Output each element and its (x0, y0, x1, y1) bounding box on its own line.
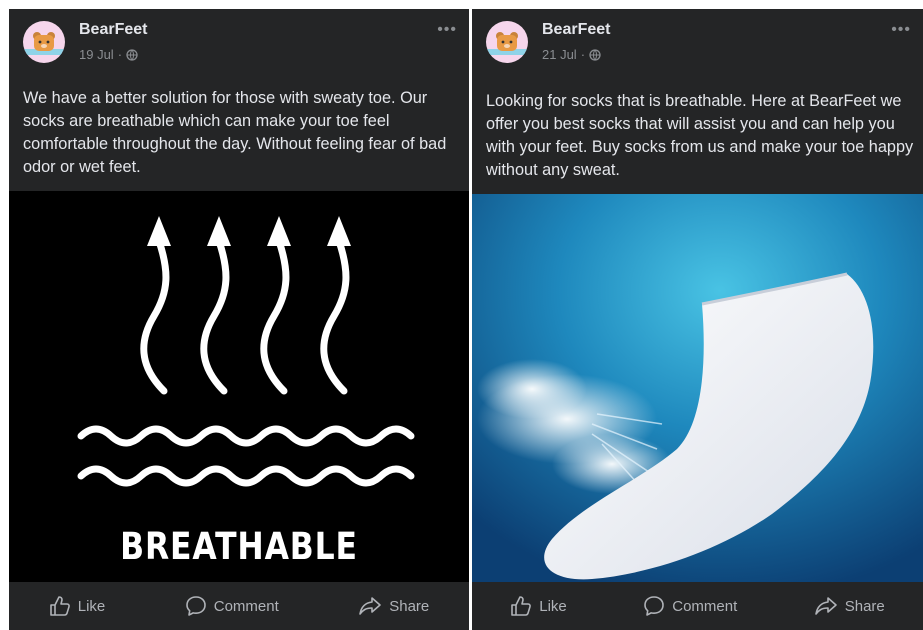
sock-photo (472, 194, 923, 582)
like-label: Like (77, 597, 106, 615)
share-button[interactable]: Share (814, 595, 885, 617)
airflow-arrow (200, 237, 230, 395)
share-label: Share (844, 597, 885, 615)
post-caption: Looking for socks that is breathable. He… (486, 92, 914, 179)
comment-button[interactable]: Comment (643, 595, 737, 617)
comment-bubble-icon (185, 596, 206, 616)
bear-logo-icon (23, 32, 65, 55)
more-dots-icon[interactable]: ••• (437, 21, 457, 39)
post-date[interactable]: 21 Jul (542, 47, 577, 62)
meta-separator: · (580, 47, 586, 62)
comment-label: Comment (213, 597, 279, 615)
arrow-head (147, 216, 171, 246)
like-label: Like (539, 597, 567, 615)
arrow-head (267, 216, 291, 246)
comment-button[interactable]: Comment (185, 595, 279, 617)
share-button[interactable]: Share (358, 595, 429, 617)
post-card: BearFeet 21 Jul · ••• Looking for socks … (472, 9, 923, 630)
post-caption: We have a better solution for those with… (23, 89, 447, 176)
arrow-head (327, 216, 351, 246)
comment-label: Comment (672, 597, 738, 615)
post-meta: 21 Jul · (542, 47, 601, 62)
breathable-illustration (77, 216, 415, 487)
post-card: BearFeet 19 Jul · ••• We have a better s… (9, 9, 469, 630)
wave-line (77, 425, 415, 447)
post-header: BearFeet 19 Jul · ••• (9, 9, 469, 79)
mist-cloud (477, 359, 587, 419)
avatar[interactable] (486, 21, 528, 63)
comment-bubble-icon (644, 596, 665, 616)
arrow-head (207, 216, 231, 246)
airflow-arrow (320, 237, 350, 395)
post-meta: 19 Jul · (79, 47, 138, 62)
post-date[interactable]: 19 Jul (79, 47, 114, 62)
bear-logo-icon (486, 32, 528, 55)
meta-separator: · (117, 47, 123, 62)
thumbs-up-icon (511, 596, 532, 616)
page-name[interactable]: BearFeet (542, 21, 610, 39)
more-dots-icon[interactable]: ••• (891, 21, 911, 39)
share-arrow-icon (814, 597, 837, 615)
post-image[interactable] (472, 194, 923, 582)
action-bar: Like Comment Share (472, 582, 923, 630)
post-image[interactable]: BREATHABLE (9, 191, 469, 582)
globe-icon (126, 48, 138, 61)
breathable-label: BREATHABLE (120, 525, 358, 568)
globe-icon (589, 48, 601, 61)
post-header: BearFeet 21 Jul · ••• (472, 9, 923, 79)
avatar[interactable] (23, 21, 65, 63)
share-label: Share (389, 597, 430, 615)
wave-line (77, 465, 415, 487)
airflow-arrow (140, 237, 170, 395)
like-button[interactable]: Like (49, 595, 106, 617)
airflow-arrow (260, 237, 290, 395)
share-arrow-icon (359, 597, 382, 615)
page-name[interactable]: BearFeet (79, 21, 147, 39)
thumbs-up-icon (49, 596, 70, 616)
like-button[interactable]: Like (510, 595, 567, 617)
action-bar: Like Comment Share (9, 582, 469, 630)
